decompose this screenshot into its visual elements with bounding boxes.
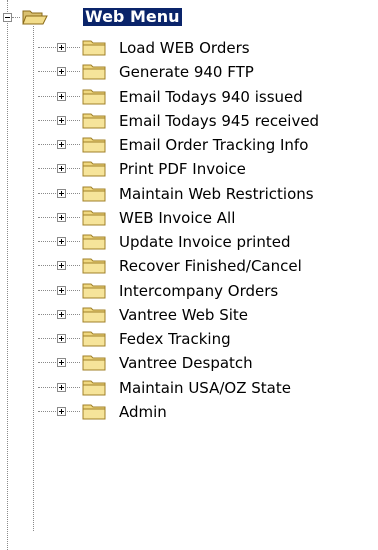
tree-node[interactable]: Recover Finished/Cancel bbox=[0, 254, 378, 278]
folder-icon bbox=[82, 39, 106, 57]
plus-icon-v bbox=[61, 336, 62, 341]
folder-icon bbox=[82, 185, 106, 203]
plus-icon-v bbox=[61, 360, 62, 365]
tree-node[interactable]: Vantree Web Site bbox=[0, 303, 378, 327]
tree-node[interactable]: WEB Invoice All bbox=[0, 206, 378, 230]
tree-node-label[interactable]: Intercompany Orders bbox=[117, 282, 280, 300]
tree-node-label[interactable]: Admin bbox=[117, 403, 169, 421]
plus-icon-v bbox=[61, 239, 62, 244]
expand-toggle[interactable] bbox=[57, 92, 66, 101]
expand-toggle[interactable] bbox=[57, 213, 66, 222]
expand-toggle[interactable] bbox=[57, 334, 66, 343]
expand-toggle[interactable] bbox=[57, 261, 66, 270]
tree-node-web-menu[interactable]: Web Menu bbox=[0, 6, 378, 30]
tree-node[interactable]: Vantree Despatch bbox=[0, 351, 378, 375]
folder-icon bbox=[82, 403, 106, 421]
expand-toggle[interactable] bbox=[57, 310, 66, 319]
plus-icon-v bbox=[61, 215, 62, 220]
tree-node-label[interactable]: Vantree Despatch bbox=[117, 354, 255, 372]
plus-icon-v bbox=[61, 118, 62, 123]
folder-icon bbox=[82, 160, 106, 178]
expand-toggle[interactable] bbox=[57, 67, 66, 76]
folder-icon bbox=[82, 233, 106, 251]
folder-icon bbox=[82, 136, 106, 154]
folder-icon bbox=[82, 306, 106, 324]
folder-icon bbox=[82, 257, 106, 275]
folder-icon bbox=[82, 282, 106, 300]
folder-icon bbox=[82, 354, 106, 372]
tree-node[interactable]: Print PDF Invoice bbox=[0, 157, 378, 181]
tree-node[interactable]: Generate 940 FTP bbox=[0, 60, 378, 84]
plus-icon-v bbox=[61, 69, 62, 74]
folder-icon bbox=[82, 112, 106, 130]
expand-toggle[interactable] bbox=[57, 164, 66, 173]
expand-toggle[interactable] bbox=[57, 358, 66, 367]
plus-icon-v bbox=[61, 263, 62, 268]
expand-toggle[interactable] bbox=[57, 116, 66, 125]
expand-toggle[interactable] bbox=[57, 237, 66, 246]
expand-toggle[interactable] bbox=[57, 286, 66, 295]
tree-node[interactable]: Admin bbox=[0, 400, 378, 424]
tree-node-label[interactable]: Maintain USA/OZ State bbox=[117, 379, 293, 397]
plus-icon-v bbox=[61, 312, 62, 317]
tree-node[interactable]: Maintain Web Restrictions bbox=[0, 182, 378, 206]
collapse-toggle-web-menu[interactable] bbox=[3, 13, 12, 22]
tree-node-label[interactable]: Email Todays 940 issued bbox=[117, 88, 305, 106]
tree-node[interactable]: Maintain USA/OZ State bbox=[0, 376, 378, 400]
tree-node-label[interactable]: Email Order Tracking Info bbox=[117, 136, 310, 154]
tree-node[interactable]: Email Order Tracking Info bbox=[0, 133, 378, 157]
plus-icon-v bbox=[61, 288, 62, 293]
plus-icon-v bbox=[61, 385, 62, 390]
tree-node-label[interactable]: Load WEB Orders bbox=[117, 39, 252, 57]
tree-node[interactable]: Load WEB Orders bbox=[0, 36, 378, 60]
plus-icon-v bbox=[61, 142, 62, 147]
tree-node-label[interactable]: Generate 940 FTP bbox=[117, 63, 256, 81]
plus-icon-v bbox=[61, 45, 62, 50]
folder-icon bbox=[82, 63, 106, 81]
tree-node-label-web-menu[interactable]: Web Menu bbox=[82, 7, 183, 27]
tree-node-label[interactable]: Recover Finished/Cancel bbox=[117, 257, 304, 275]
open-folder-icon bbox=[22, 8, 48, 26]
tree-node-label[interactable]: Vantree Web Site bbox=[117, 306, 250, 324]
tree-node[interactable]: Fedex Tracking bbox=[0, 327, 378, 351]
expand-toggle[interactable] bbox=[57, 43, 66, 52]
tree-node[interactable]: Intercompany Orders bbox=[0, 279, 378, 303]
tree-node-label[interactable]: Update Invoice printed bbox=[117, 233, 292, 251]
tree-node-label[interactable]: Email Todays 945 received bbox=[117, 112, 321, 130]
tree-node-label[interactable]: Maintain Web Restrictions bbox=[117, 185, 316, 203]
expand-toggle[interactable] bbox=[57, 189, 66, 198]
tree-guide-connector bbox=[12, 17, 20, 18]
expand-toggle[interactable] bbox=[57, 407, 66, 416]
plus-icon-v bbox=[61, 94, 62, 99]
plus-icon-v bbox=[61, 166, 62, 171]
folder-icon bbox=[82, 88, 106, 106]
folder-icon bbox=[82, 330, 106, 348]
tree-node[interactable]: Update Invoice printed bbox=[0, 230, 378, 254]
tree-node-label[interactable]: WEB Invoice All bbox=[117, 209, 237, 227]
expand-toggle[interactable] bbox=[57, 140, 66, 149]
plus-icon-v bbox=[61, 191, 62, 196]
expand-toggle[interactable] bbox=[57, 383, 66, 392]
minus-icon bbox=[5, 17, 10, 18]
tree-node-label[interactable]: Fedex Tracking bbox=[117, 330, 233, 348]
folder-icon bbox=[82, 379, 106, 397]
plus-icon-v bbox=[61, 409, 62, 414]
tree-node[interactable]: Email Todays 940 issued bbox=[0, 85, 378, 109]
folder-icon bbox=[82, 209, 106, 227]
tree-node-label[interactable]: Print PDF Invoice bbox=[117, 160, 248, 178]
menu-tree: Web Menu Load WEB Orders Generate 940 FTP… bbox=[0, 0, 378, 550]
tree-node[interactable]: Email Todays 945 received bbox=[0, 109, 378, 133]
